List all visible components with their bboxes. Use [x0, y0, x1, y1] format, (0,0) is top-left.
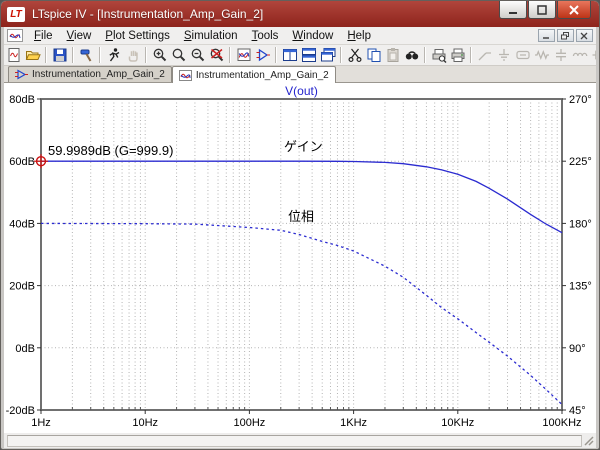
- y-left-tick-label: 0dB: [15, 343, 35, 355]
- y-right-tick-label: 225°: [569, 156, 592, 168]
- diode-icon: [589, 46, 596, 65]
- menu-file[interactable]: File: [27, 29, 60, 43]
- x-tick-label: 10KHz: [441, 417, 474, 429]
- status-text: [7, 435, 582, 447]
- zoom-in-icon[interactable]: [150, 46, 169, 65]
- open-folder-icon[interactable]: [23, 46, 42, 65]
- tab-label: Instrumentation_Amp_Gain_2: [196, 70, 329, 81]
- zoom-out-icon[interactable]: [188, 46, 207, 65]
- menu-items: FileViewPlot SettingsSimulationToolsWind…: [27, 29, 378, 43]
- paste-icon: [383, 46, 402, 65]
- toolbar-separator: [275, 47, 277, 63]
- child-minimize-button[interactable]: [538, 29, 555, 42]
- halt-icon: [123, 46, 142, 65]
- waveform-icon: [179, 70, 192, 81]
- gain-text-label: ゲイン: [284, 139, 323, 154]
- save-icon[interactable]: [50, 46, 69, 65]
- run-icon[interactable]: [104, 46, 123, 65]
- y-right-tick-label: 270°: [569, 94, 592, 106]
- tile-vertical-icon[interactable]: [299, 46, 318, 65]
- menu-simulation[interactable]: Simulation: [177, 29, 245, 43]
- cursor-annotation: 59.9989dB (G=999.9): [48, 143, 173, 158]
- x-tick-label: 100Hz: [234, 417, 266, 429]
- y-left-tick-label: 60dB: [9, 156, 35, 168]
- wire-icon: [475, 46, 494, 65]
- schematic-icon[interactable]: [253, 46, 272, 65]
- toolbar: [4, 45, 596, 66]
- toolbar-separator: [424, 47, 426, 63]
- tab-strip: Instrumentation_Amp_Gain_2 Instrumentati…: [4, 66, 596, 83]
- minimize-button[interactable]: [499, 1, 527, 19]
- capacitor-icon: [551, 46, 570, 65]
- x-tick-label: 1KHz: [340, 417, 367, 429]
- label-icon: [513, 46, 532, 65]
- menu-tools[interactable]: Tools: [245, 29, 286, 43]
- maximize-button[interactable]: [528, 1, 556, 19]
- ground-icon: [494, 46, 513, 65]
- toolbar-separator: [72, 47, 74, 63]
- x-tick-label: 10Hz: [132, 417, 158, 429]
- new-waveform-icon[interactable]: [4, 46, 23, 65]
- x-tick-label: 100KHz: [542, 417, 581, 429]
- child-window-controls: [538, 29, 596, 42]
- menu-bar: FileViewPlot SettingsSimulationToolsWind…: [4, 27, 596, 45]
- x-tick-label: 1Hz: [31, 417, 51, 429]
- close-button[interactable]: [557, 1, 591, 19]
- plot-settings-icon[interactable]: [234, 46, 253, 65]
- resistor-icon: [532, 46, 551, 65]
- toolbar-separator: [99, 47, 101, 63]
- status-bar: [4, 432, 596, 448]
- toolbar-separator: [145, 47, 147, 63]
- print-icon[interactable]: [448, 46, 467, 65]
- window-controls: [498, 1, 591, 19]
- phase-trace[interactable]: [41, 223, 562, 404]
- y-left-tick-label: 20dB: [9, 281, 35, 293]
- toolbar-separator: [470, 47, 472, 63]
- toolbar-separator: [340, 47, 342, 63]
- cascade-icon[interactable]: [318, 46, 337, 65]
- child-restore-button[interactable]: [557, 29, 574, 42]
- y-left-tick-label: -20dB: [6, 405, 35, 417]
- plot-pane: 80dB 60dB 40dB 20dB 0dB -20dB 270° 225° 180° 135°…: [4, 83, 596, 432]
- y-right-tick-label: 180°: [569, 218, 592, 230]
- ltspice-window: LT LTspice IV - [Instrumentation_Amp_Gai…: [0, 0, 600, 450]
- copy-icon[interactable]: [364, 46, 383, 65]
- tab-schematic[interactable]: Instrumentation_Amp_Gain_2: [8, 66, 172, 82]
- title-bar: LT LTspice IV - [Instrumentation_Amp_Gai…: [1, 1, 599, 27]
- menu-window[interactable]: Window: [285, 29, 340, 43]
- find-icon[interactable]: [402, 46, 421, 65]
- toolbar-separator: [45, 47, 47, 63]
- tab-label: Instrumentation_Amp_Gain_2: [32, 69, 165, 80]
- y-right-tick-label: 135°: [569, 281, 592, 293]
- waveform-plot[interactable]: 80dB 60dB 40dB 20dB 0dB -20dB 270° 225° 180° 135°…: [4, 83, 598, 432]
- toolbar-separator: [229, 47, 231, 63]
- y-right-tick-label: 45°: [569, 405, 586, 417]
- inductor-icon: [570, 46, 589, 65]
- zoom-area-icon[interactable]: [169, 46, 188, 65]
- resize-grip[interactable]: [583, 435, 595, 447]
- child-window-icon[interactable]: [7, 29, 23, 42]
- control-panel-icon[interactable]: [77, 46, 96, 65]
- schematic-icon: [15, 69, 28, 80]
- y-left-tick-label: 40dB: [9, 218, 35, 230]
- menu-view[interactable]: View: [60, 29, 99, 43]
- child-close-button[interactable]: [576, 29, 593, 42]
- window-title: LTspice IV - [Instrumentation_Amp_Gain_2…: [32, 7, 498, 21]
- tab-waveform[interactable]: Instrumentation_Amp_Gain_2: [172, 66, 336, 83]
- phase-text-label: 位相: [288, 209, 314, 224]
- menu-help[interactable]: Help: [340, 29, 378, 43]
- zoom-fit-icon[interactable]: [207, 46, 226, 65]
- trace-name-title[interactable]: V(out): [285, 84, 318, 98]
- tile-horizontal-icon[interactable]: [280, 46, 299, 65]
- app-logo-icon: LT: [7, 7, 25, 22]
- menu-plot-settings[interactable]: Plot Settings: [98, 29, 177, 43]
- cut-icon[interactable]: [345, 46, 364, 65]
- print-preview-icon[interactable]: [429, 46, 448, 65]
- y-left-tick-label: 80dB: [9, 94, 35, 106]
- y-right-tick-label: 90°: [569, 343, 586, 355]
